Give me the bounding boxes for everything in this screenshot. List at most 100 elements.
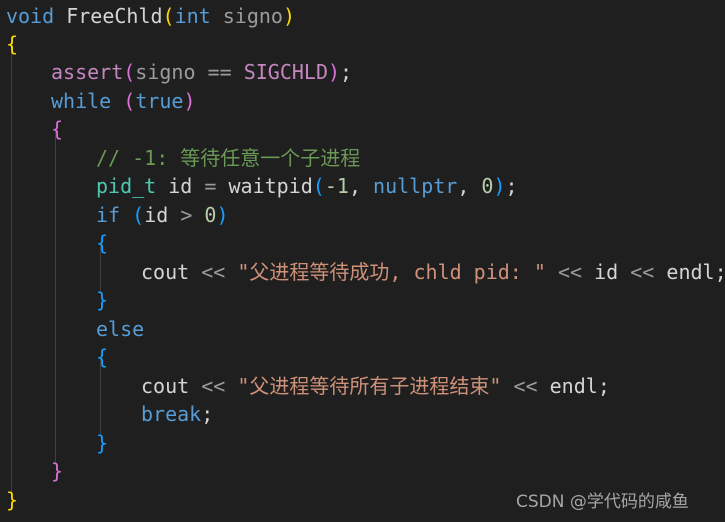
paren-close: ) — [216, 203, 229, 227]
paren-open: ( — [123, 89, 136, 113]
code-line-17[interactable]: } — [51, 457, 63, 485]
code-line-16[interactable]: } — [96, 429, 108, 457]
code-line-14[interactable]: cout << "父进程等待所有子进程结束" << endl; — [141, 372, 610, 400]
keyword-if: if — [96, 203, 121, 227]
keyword-while: while — [51, 89, 112, 113]
brace-close-level1: } — [6, 488, 19, 512]
keyword-int: int — [174, 4, 211, 28]
code-lines[interactable]: void FreeChld(int signo) { assert(signo … — [0, 0, 725, 522]
semicolon: ; — [505, 174, 518, 198]
semicolon: ; — [597, 374, 610, 398]
brace-open-level2: { — [51, 117, 64, 141]
brace-close-level3: } — [96, 288, 109, 312]
paren-open: ( — [132, 203, 145, 227]
number-neg-one: -1 — [324, 174, 349, 198]
operator-assign: = — [204, 174, 217, 198]
code-editor-canvas: void FreeChld(int signo) { assert(signo … — [0, 0, 725, 522]
variable-id: id — [168, 174, 193, 198]
identifier-signo: signo — [135, 60, 196, 84]
paren-open: ( — [123, 60, 136, 84]
operator-greater-than: > — [180, 203, 193, 227]
type-pid-t: pid_t — [96, 174, 157, 198]
operator-stream-insert: << — [630, 260, 655, 284]
literal-true: true — [135, 89, 184, 113]
number-zero: 0 — [481, 174, 494, 198]
variable-id: id — [144, 203, 169, 227]
keyword-else: else — [96, 317, 145, 341]
paren-close: ) — [493, 174, 506, 198]
code-line-11[interactable]: } — [96, 286, 108, 314]
code-line-1[interactable]: void FreeChld(int signo) — [6, 2, 295, 30]
code-line-15[interactable]: break; — [141, 400, 213, 428]
code-line-8[interactable]: if (id > 0) — [96, 201, 229, 229]
operator-stream-insert: << — [557, 260, 583, 284]
string-literal-success: "父进程等待成功, chld pid: " — [237, 260, 546, 284]
stream-endl: endl — [666, 260, 715, 284]
comma: , — [348, 174, 361, 198]
comment-text: // -1: 等待任意一个子进程 — [96, 146, 361, 170]
function-call-waitpid: waitpid — [228, 174, 313, 198]
brace-open-level3: { — [96, 345, 109, 369]
code-line-7[interactable]: pid_t id = waitpid(-1, nullptr, 0); — [96, 172, 518, 200]
paren-open: ( — [312, 174, 325, 198]
code-line-5[interactable]: { — [51, 115, 63, 143]
brace-close-level2: } — [51, 459, 64, 483]
param-signo: signo — [222, 4, 283, 28]
paren-close: ) — [183, 89, 196, 113]
operator-stream-insert: << — [201, 374, 226, 398]
semicolon: ; — [715, 260, 725, 284]
literal-nullptr: nullptr — [373, 174, 458, 198]
code-line-13[interactable]: { — [96, 343, 108, 371]
number-zero: 0 — [204, 203, 217, 227]
stream-cout: cout — [141, 260, 190, 284]
brace-open-level1: { — [6, 32, 19, 56]
code-line-9[interactable]: { — [96, 229, 108, 257]
code-line-2[interactable]: { — [6, 30, 18, 58]
code-line-12[interactable]: else — [96, 315, 144, 343]
variable-id: id — [594, 260, 619, 284]
comma: , — [457, 174, 470, 198]
keyword-void: void — [6, 4, 55, 28]
code-line-6[interactable]: // -1: 等待任意一个子进程 — [96, 144, 360, 172]
code-line-3[interactable]: assert(signo == SIGCHLD); — [51, 58, 352, 86]
code-line-10[interactable]: cout << "父进程等待成功, chld pid: " << id << e… — [141, 258, 725, 286]
operator-equality: == — [207, 60, 232, 84]
code-line-4[interactable]: while (true) — [51, 87, 196, 115]
paren-close: ) — [328, 60, 341, 84]
paren-close: ) — [282, 4, 296, 28]
semicolon: ; — [201, 402, 214, 426]
stream-endl: endl — [549, 374, 598, 398]
csdn-watermark: CSDN @学代码的咸鱼 — [516, 492, 689, 512]
code-line-18[interactable]: } — [6, 486, 18, 514]
string-literal-all-done: "父进程等待所有子进程结束" — [237, 374, 502, 398]
macro-sigchld: SIGCHLD — [243, 60, 328, 84]
operator-stream-insert: << — [513, 374, 538, 398]
semicolon: ; — [340, 60, 353, 84]
macro-assert: assert — [51, 60, 124, 84]
function-name-freechld: FreeChld — [66, 4, 163, 28]
paren-open: ( — [162, 4, 175, 28]
